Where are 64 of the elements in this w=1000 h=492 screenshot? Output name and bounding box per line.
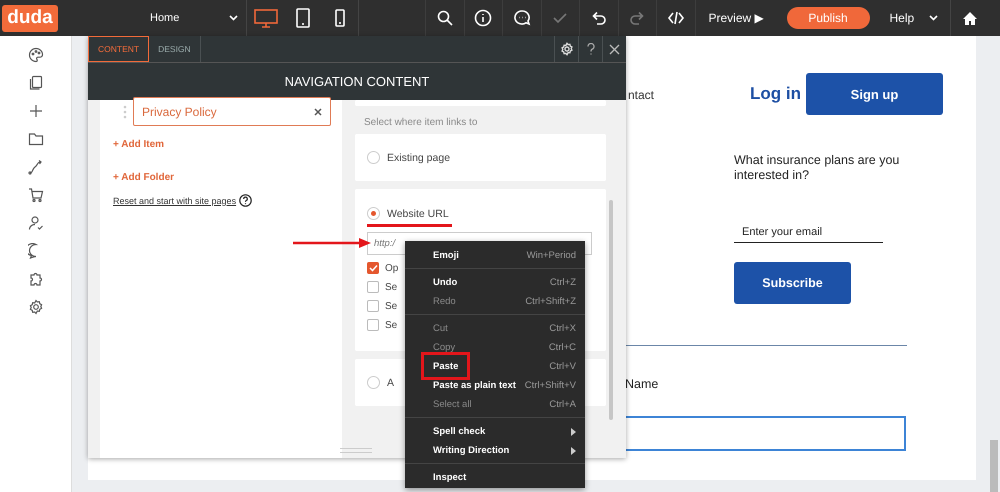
radio-button[interactable] bbox=[367, 207, 380, 220]
info-icon[interactable] bbox=[474, 9, 492, 27]
help-icon[interactable] bbox=[239, 194, 252, 207]
menu-item[interactable]: Paste Ctrl+V bbox=[405, 357, 585, 376]
checkbox-label: Se bbox=[385, 300, 398, 312]
checkbox-label: Op bbox=[385, 262, 398, 274]
signup-button[interactable]: Sign up bbox=[806, 73, 943, 115]
close-icon[interactable] bbox=[314, 108, 322, 116]
checkbox[interactable] bbox=[367, 262, 379, 274]
submenu-arrow-icon bbox=[571, 446, 576, 454]
chat-icon[interactable] bbox=[512, 9, 531, 27]
item-label: Privacy Policy bbox=[142, 104, 217, 118]
menu-item[interactable]: Emoji Win+Period bbox=[405, 246, 585, 265]
option-label: Website URL bbox=[387, 208, 449, 220]
plus-icon[interactable] bbox=[28, 102, 44, 118]
name-label: Name bbox=[625, 377, 660, 391]
section-label: Select where item links to bbox=[364, 117, 478, 130]
search-icon[interactable] bbox=[436, 9, 454, 27]
nav-link[interactable]: ntact bbox=[628, 88, 750, 102]
home-icon[interactable] bbox=[962, 10, 978, 26]
caret-icon bbox=[229, 15, 238, 21]
menu-item[interactable]: Writing Direction bbox=[405, 441, 585, 460]
close-icon[interactable] bbox=[609, 44, 620, 54]
submenu-arrow-icon bbox=[571, 428, 576, 436]
drag-handle-icon[interactable] bbox=[123, 104, 127, 118]
question-text: What insurance plans are you interested in? bbox=[734, 153, 900, 183]
pages-icon[interactable] bbox=[28, 74, 44, 90]
radio-button[interactable] bbox=[367, 376, 380, 389]
folder-icon[interactable] bbox=[28, 130, 44, 146]
menu-item[interactable]: Inspect bbox=[405, 468, 585, 487]
help-menu[interactable]: Help bbox=[880, 0, 944, 36]
gear-icon[interactable] bbox=[28, 298, 44, 314]
scrollbar-thumb[interactable] bbox=[990, 440, 998, 492]
subscribe-button[interactable]: Subscribe bbox=[734, 262, 851, 304]
path-icon[interactable] bbox=[28, 158, 44, 174]
cart-icon[interactable] bbox=[28, 186, 44, 202]
login-link[interactable]: Log in bbox=[750, 84, 806, 104]
menu-item[interactable]: Paste as plain text Ctrl+Shift+V bbox=[405, 376, 585, 395]
resize-handle[interactable] bbox=[340, 448, 372, 453]
reset-link[interactable]: Reset and start with site pages bbox=[113, 196, 236, 206]
code-icon[interactable] bbox=[666, 9, 685, 27]
palette-icon[interactable] bbox=[28, 46, 44, 62]
checkbox-label: Se bbox=[385, 320, 398, 330]
option-label: Existing page bbox=[387, 152, 450, 164]
checkbox-label: Se bbox=[385, 282, 398, 292]
radio-button[interactable] bbox=[367, 151, 380, 164]
scrollbar-thumb[interactable] bbox=[609, 200, 613, 420]
caret-icon bbox=[928, 15, 938, 21]
menu-item[interactable]: Spell check bbox=[405, 422, 585, 441]
tab[interactable]: DESIGN bbox=[149, 36, 201, 62]
nav-item[interactable]: Privacy Policy bbox=[133, 97, 331, 126]
puzzle-icon[interactable] bbox=[28, 270, 44, 286]
user-icon[interactable] bbox=[28, 214, 44, 230]
checkbox[interactable] bbox=[367, 300, 379, 312]
checkbox[interactable] bbox=[367, 281, 379, 293]
option-label: A bbox=[387, 376, 394, 388]
desktop-icon[interactable] bbox=[254, 8, 278, 28]
page-select[interactable]: Home bbox=[140, 0, 246, 36]
undo-icon[interactable] bbox=[590, 9, 608, 27]
checkbox[interactable] bbox=[367, 319, 379, 331]
dialog-title: NAVIGATION CONTENT bbox=[88, 63, 626, 100]
menu-item[interactable]: Undo Ctrl+Z bbox=[405, 273, 585, 292]
settings-icon[interactable] bbox=[560, 42, 574, 56]
tab[interactable]: CONTENT bbox=[88, 36, 150, 62]
